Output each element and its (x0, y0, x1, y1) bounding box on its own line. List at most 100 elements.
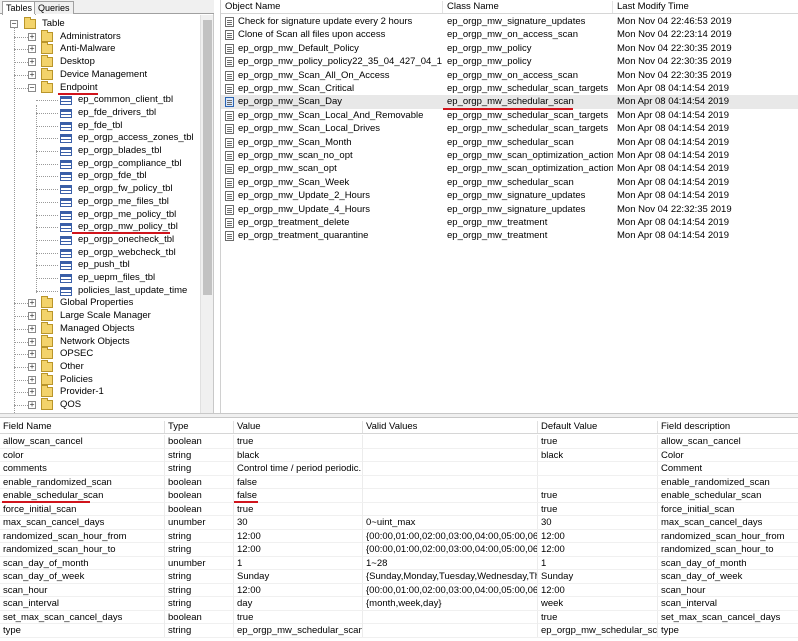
object-row[interactable]: ep_orgp_mw_Scan_Month ep_orgp_mw_schedula… (221, 136, 798, 149)
field-row[interactable]: type string ep_orgp_mw_schedular_scan ep_or… (0, 624, 798, 638)
expand-plus-icon[interactable]: + (28, 337, 36, 346)
object-row[interactable]: ep_orgp_mw_Scan_All_On_Access ep_orgp_mw_… (221, 69, 798, 82)
object-row[interactable]: ep_orgp_mw_Scan_Local_Drives ep_orgp_mw_s… (221, 122, 798, 135)
expand-plus-icon[interactable]: + (28, 312, 36, 321)
expand-plus-icon[interactable]: + (28, 362, 36, 371)
object-row[interactable]: ep_orgp_mw_scan_opt ep_orgp_mw_scan_optim… (221, 162, 798, 175)
tree-root[interactable]: − Table (0, 17, 200, 30)
object-row[interactable]: ep_orgp_mw_Scan_Local_And_Removable ep_or… (221, 109, 798, 122)
tree-table[interactable]: ep_common_client_tbl (0, 93, 200, 106)
folder-icon (41, 55, 53, 68)
expand-plus-icon[interactable]: + (28, 299, 36, 308)
field-row[interactable]: set_max_scan_cancel_days boolean true true s… (0, 610, 798, 624)
tree-item-label: Other (60, 360, 84, 372)
tree-folder[interactable]: − Endpoint (0, 80, 200, 94)
object-row[interactable]: ep_orgp_mw_Default_Policy ep_orgp_mw_poli… (221, 42, 798, 55)
object-class: ep_orgp_mw_schedular_scan_targets (447, 83, 609, 94)
tree-folder[interactable]: + Network Objects (0, 334, 200, 348)
tree-table[interactable]: ep_push_tbl (0, 258, 200, 271)
field-row[interactable]: force_initial_scan boolean true true force_i… (0, 502, 798, 516)
field-column-header[interactable]: Default Value (537, 421, 657, 433)
tab-tables[interactable]: Tables (2, 1, 37, 15)
field-row[interactable]: scan_hour string 12:00 {00:00,01:00,02:00,0… (0, 583, 798, 597)
expand-plus-icon[interactable]: + (28, 70, 36, 79)
object-row[interactable]: ep_orgp_mw_policy_policy22_35_04_427_04_… (221, 55, 798, 68)
object-row[interactable]: ep_orgp_mw_Update_2_Hours ep_orgp_mw_sign… (221, 189, 798, 202)
field-row[interactable]: comments string Control time / period peri… (0, 462, 798, 476)
field-row[interactable]: randomized_scan_hour_from string 12:00 {00:… (0, 529, 798, 543)
object-row[interactable]: ep_orgp_mw_Scan_Week ep_orgp_mw_schedular… (221, 176, 798, 189)
tree-table[interactable]: policies_last_update_time (0, 284, 200, 297)
field-row[interactable]: enable_randomized_scan boolean false enable… (0, 475, 798, 489)
tree-folder[interactable]: + OPSEC (0, 347, 200, 360)
tree-folder[interactable]: + Managed Objects (0, 321, 200, 335)
field-row[interactable]: max_scan_cancel_days unumber 30 0~uint_max 3… (0, 516, 798, 530)
field-row[interactable]: enable_schedular_scan boolean false true ena… (0, 489, 798, 503)
table-icon (60, 172, 72, 182)
tree-folder[interactable]: + Global Properties (0, 296, 200, 309)
tree-folder[interactable]: + Provider-1 (0, 385, 200, 398)
tree-table[interactable]: ep_orgp_webcheck_tbl (0, 246, 200, 259)
tree-table[interactable]: ep_orgp_onecheck_tbl (0, 233, 200, 246)
tree-table[interactable]: ep_orgp_access_zones_tbl (0, 131, 200, 144)
expand-plus-icon[interactable]: + (28, 45, 36, 54)
object-name: ep_orgp_treatment_quarantine (238, 230, 369, 242)
tree-table[interactable]: ep_orgp_blades_tbl (0, 144, 200, 157)
expand-plus-icon[interactable]: + (28, 401, 36, 409)
tree-table[interactable]: ep_orgp_me_files_tbl (0, 195, 200, 208)
object-class: ep_orgp_mw_schedular_scan (447, 96, 574, 108)
object-row[interactable]: ep_orgp_mw_Update_4_Hours ep_orgp_mw_sign… (221, 203, 798, 216)
field-row[interactable]: scan_day_of_week string Sunday {Sunday,Mond… (0, 570, 798, 584)
field-column-header[interactable]: Value (233, 421, 362, 433)
object-row[interactable]: Clone of Scan all files upon access ep_or… (221, 28, 798, 41)
field-column-header[interactable]: Field Name (0, 421, 164, 433)
tree-folder[interactable]: + QOS (0, 398, 200, 411)
object-row[interactable]: ep_orgp_mw_scan_no_opt ep_orgp_mw_scan_op… (221, 149, 798, 162)
field-column-header[interactable]: Type (164, 421, 233, 433)
expand-plus-icon[interactable]: + (28, 324, 36, 333)
object-row[interactable]: ep_orgp_treatment_quarantine ep_orgp_mw_t… (221, 229, 798, 242)
tree-table[interactable]: ep_orgp_compliance_tbl (0, 157, 200, 170)
object-row[interactable]: ep_orgp_treatment_delete ep_orgp_mw_treat… (221, 216, 798, 229)
field-row[interactable]: scan_interval string day {month,week,day} we… (0, 597, 798, 611)
column-header-object-name[interactable]: Object Name (221, 1, 443, 13)
object-row[interactable]: Check for signature update every 2 hours… (221, 15, 798, 28)
tree-folder[interactable]: + Administrators (0, 29, 200, 43)
field-row[interactable]: scan_day_of_month unumber 1 1~28 1 scan_day_o… (0, 556, 798, 570)
table-icon (60, 235, 72, 245)
pane-splitter[interactable] (0, 413, 798, 418)
tree-folder[interactable]: + Policies (0, 372, 200, 386)
tree-folder[interactable]: + Anti-Malware (0, 42, 200, 55)
tree-scrollbar-thumb[interactable] (203, 20, 212, 295)
tab-queries[interactable]: Queries (34, 1, 74, 14)
tree-table[interactable]: ep_orgp_me_policy_tbl (0, 208, 200, 221)
field-row[interactable]: color string black black Color (0, 448, 798, 462)
expand-plus-icon[interactable]: + (28, 350, 36, 359)
collapse-minus-icon[interactable]: − (28, 83, 36, 92)
field-row[interactable]: allow_scan_cancel boolean true true allow_sc… (0, 435, 798, 449)
tree-folder[interactable]: + Device Management (0, 67, 200, 81)
expand-plus-icon[interactable]: + (28, 388, 36, 397)
object-row[interactable]: ep_orgp_mw_Scan_Day ep_orgp_mw_schedular_… (221, 95, 798, 109)
tree-folder[interactable]: + Desktop (0, 55, 200, 68)
expand-plus-icon[interactable]: + (28, 375, 36, 384)
column-header-class-name[interactable]: Class Name (443, 1, 613, 13)
field-row[interactable]: randomized_scan_hour_to string 12:00 {00:00… (0, 543, 798, 557)
tree-table[interactable]: ep_fde_tbl (0, 119, 200, 132)
tree-folder[interactable]: + Large Scale Manager (0, 309, 200, 322)
expand-plus-icon[interactable]: + (28, 58, 36, 67)
field-cell: week (537, 597, 657, 610)
tree-table[interactable]: ep_orgp_fde_tbl (0, 169, 200, 182)
field-column-header[interactable]: Valid Values (362, 421, 537, 433)
object-class: ep_orgp_mw_schedular_scan (447, 136, 574, 148)
column-header-last-modify-time[interactable]: Last Modify Time (613, 1, 798, 13)
object-row[interactable]: ep_orgp_mw_Scan_Critical ep_orgp_mw_sched… (221, 82, 798, 95)
tree-table[interactable]: ep_fde_drivers_tbl (0, 106, 200, 119)
field-column-header[interactable]: Field description (657, 421, 798, 433)
tree-table[interactable]: ep_uepm_files_tbl (0, 271, 200, 284)
folder-icon (41, 42, 53, 55)
tree-scrollbar[interactable] (200, 15, 213, 413)
tree-table[interactable]: ep_orgp_fw_policy_tbl (0, 182, 200, 195)
tree-folder[interactable]: + Other (0, 359, 200, 373)
expand-plus-icon[interactable]: + (28, 32, 36, 41)
